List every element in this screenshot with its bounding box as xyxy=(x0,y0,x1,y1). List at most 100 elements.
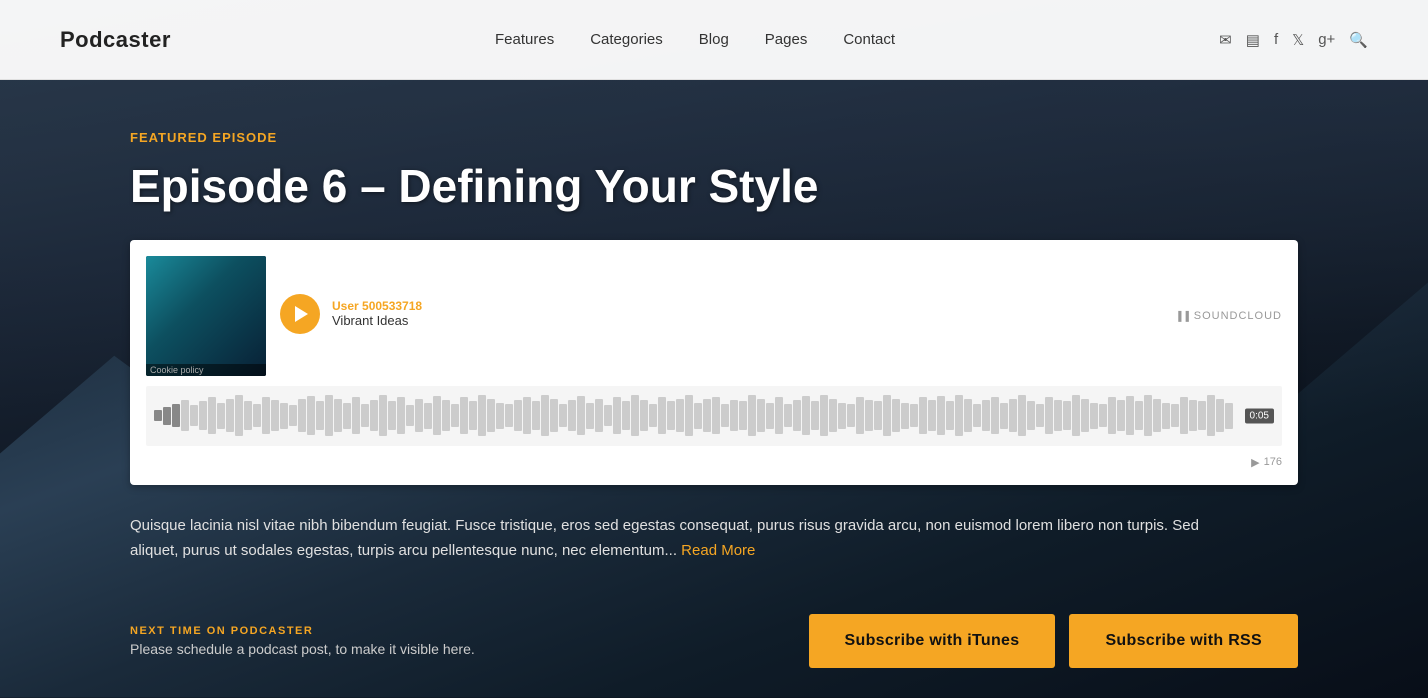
waveform-bar xyxy=(784,404,792,427)
waveform-bar xyxy=(1153,399,1161,433)
waveform-bar xyxy=(973,404,981,427)
waveform-bar xyxy=(1189,400,1197,431)
soundcloud-user[interactable]: User 500533718 xyxy=(332,299,422,313)
track-info: User 500533718 Vibrant Ideas xyxy=(332,299,422,328)
waveform-bar xyxy=(865,400,873,431)
waveform-bar xyxy=(289,405,297,426)
soundcloud-branding: ▐▐ SOUNDCLOUD xyxy=(1175,310,1282,322)
waveform-bar xyxy=(667,401,675,430)
rss-icon[interactable]: ▤ xyxy=(1246,31,1260,49)
soundcloud-topbar: Cookie policy User 500533718 Vibrant Ide… xyxy=(146,256,1282,376)
waveform-bar xyxy=(244,401,252,430)
waveform-bar xyxy=(487,399,495,433)
subscribe-itunes-button[interactable]: Subscribe with iTunes xyxy=(809,614,1056,668)
waveform-bar xyxy=(946,401,954,430)
waveform-bar xyxy=(199,401,207,430)
waveform[interactable]: 0:05 xyxy=(146,386,1282,446)
facebook-icon[interactable]: f xyxy=(1274,31,1278,48)
waveform-bar xyxy=(559,404,567,427)
google-plus-icon[interactable]: g+ xyxy=(1318,31,1335,48)
waveform-bar xyxy=(982,400,990,431)
waveform-bar xyxy=(892,399,900,433)
read-more-link[interactable]: Read More xyxy=(681,542,755,559)
play-button[interactable] xyxy=(280,294,320,334)
waveform-bar xyxy=(766,403,774,429)
subscribe-buttons: Subscribe with iTunes Subscribe with RSS xyxy=(809,614,1298,668)
waveform-bar xyxy=(1180,397,1188,433)
waveform-bar xyxy=(1162,403,1170,429)
waveform-bar xyxy=(1027,401,1035,430)
featured-label: Featured Episode xyxy=(130,130,1298,145)
waveform-bar xyxy=(532,401,540,430)
waveform-bar xyxy=(1126,396,1134,435)
nav-icons: ✉ ▤ f 𝕏 g+ 🔍 xyxy=(1219,31,1368,49)
waveform-bar xyxy=(298,399,306,433)
waveform-bar xyxy=(910,404,918,427)
waveform-bar xyxy=(775,397,783,433)
waveform-bar xyxy=(829,399,837,433)
waveform-bar xyxy=(658,397,666,433)
waveform-bar xyxy=(577,396,585,435)
waveform-bar xyxy=(901,403,909,429)
waveform-bar xyxy=(1225,403,1233,429)
waveform-bar xyxy=(685,395,693,437)
waveform-bar xyxy=(460,397,468,433)
nav-categories[interactable]: Categories xyxy=(590,31,663,48)
waveform-bar xyxy=(1117,400,1125,431)
waveform-bar xyxy=(217,403,225,429)
nav-blog[interactable]: Blog xyxy=(699,31,729,48)
waveform-bar xyxy=(163,407,171,425)
waveform-bar xyxy=(613,397,621,433)
episode-thumbnail: Cookie policy xyxy=(146,256,266,376)
cookie-policy-label[interactable]: Cookie policy xyxy=(150,365,204,375)
waveform-bar xyxy=(433,396,441,435)
waveform-bar xyxy=(181,400,189,431)
waveform-bar xyxy=(514,400,522,431)
waveform-bar xyxy=(523,397,531,433)
play-icon: ▶ xyxy=(1251,456,1259,469)
waveform-bar xyxy=(586,403,594,429)
waveform-bar xyxy=(235,395,243,437)
waveform-bar xyxy=(712,397,720,433)
waveform-bar xyxy=(1009,399,1017,433)
waveform-bar xyxy=(496,403,504,429)
waveform-bar xyxy=(442,400,450,431)
waveform-bar xyxy=(1216,399,1224,433)
email-icon[interactable]: ✉ xyxy=(1219,31,1232,49)
waveform-bar xyxy=(397,397,405,433)
waveform-bar xyxy=(955,395,963,437)
waveform-bar xyxy=(325,395,333,437)
track-name: Vibrant Ideas xyxy=(332,313,422,328)
waveform-bar xyxy=(631,395,639,437)
waveform-bar xyxy=(370,400,378,431)
waveform-bar xyxy=(595,399,603,433)
waveform-bar xyxy=(361,404,369,427)
waveform-bar xyxy=(280,403,288,429)
episode-title: Episode 6 – Defining Your Style xyxy=(130,161,1298,212)
play-count: 176 xyxy=(1264,456,1282,468)
waveform-container[interactable]: 0:05 xyxy=(146,386,1282,446)
waveform-bar xyxy=(1036,404,1044,427)
brand-logo[interactable]: Podcaster xyxy=(60,27,171,53)
twitter-icon[interactable]: 𝕏 xyxy=(1292,31,1304,49)
nav-features[interactable]: Features xyxy=(495,31,554,48)
waveform-bar xyxy=(415,399,423,433)
waveform-bar xyxy=(721,404,729,427)
waveform-bar xyxy=(1099,404,1107,427)
nav-pages[interactable]: Pages xyxy=(765,31,808,48)
waveform-bar xyxy=(703,399,711,433)
waveform-bar xyxy=(541,395,549,437)
waveform-bar xyxy=(676,399,684,433)
soundcloud-logo-text: SOUNDCLOUD xyxy=(1194,310,1282,322)
nav-links: Features Categories Blog Pages Contact xyxy=(495,31,895,49)
main-content: Featured Episode Episode 6 – Defining Yo… xyxy=(0,80,1428,564)
waveform-bar xyxy=(694,403,702,429)
waveform-bar xyxy=(1000,403,1008,429)
search-icon[interactable]: 🔍 xyxy=(1349,31,1368,49)
subscribe-rss-button[interactable]: Subscribe with RSS xyxy=(1069,614,1298,668)
waveform-bar xyxy=(811,401,819,430)
waveform-bar xyxy=(748,395,756,437)
waveform-bar xyxy=(1090,403,1098,429)
nav-contact[interactable]: Contact xyxy=(843,31,895,48)
waveform-bar xyxy=(271,400,279,431)
